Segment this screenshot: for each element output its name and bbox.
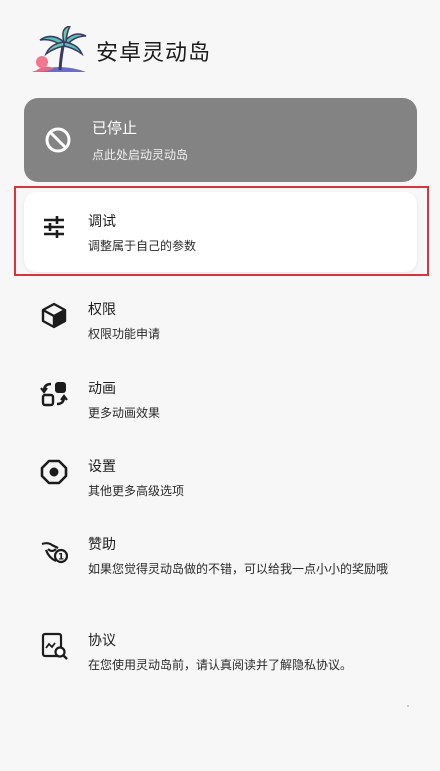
agreement-icon [41, 632, 68, 660]
palm-island-logo-icon [32, 26, 87, 72]
status-card[interactable]: 已停止 点此处启动灵动岛 [24, 98, 417, 182]
status-subtitle: 点此处启动灵动岛 [92, 148, 189, 162]
menu-item-animation[interactable]: 动画 更多动画效果 [40, 380, 410, 423]
menu-item-tune[interactable]: 调试 调整属于自己的参数 [40, 213, 410, 256]
status-title: 已停止 [92, 119, 138, 137]
menu-item-subtitle: 如果您觉得灵动岛做的不错，可以给我一点小小的奖励哦 [88, 562, 389, 576]
menu-item-permissions[interactable]: 权限 权限功能申请 [40, 301, 410, 344]
menu-item-title: 调试 [88, 214, 116, 230]
svg-text:1: 1 [58, 553, 64, 563]
animation-icon [40, 382, 68, 407]
box-icon [41, 302, 67, 329]
menu-item-settings[interactable]: 设置 其他更多高级选项 [40, 458, 410, 501]
menu-item-title: 动画 [88, 381, 116, 397]
settings-icon [40, 459, 68, 485]
menu-item-subtitle: 其他更多高级选项 [88, 484, 185, 498]
donate-icon: 1 [41, 542, 68, 564]
app-header: 安卓灵动岛 [30, 26, 211, 76]
prohibited-icon [45, 127, 71, 153]
tune-icon [44, 216, 64, 238]
menu-item-agreement[interactable]: 协议 在您使用灵动岛前，请认真阅读并了解隐私协议。 [40, 632, 410, 675]
menu-item-subtitle: 权限功能申请 [88, 327, 161, 341]
app-title: 安卓灵动岛 [96, 41, 212, 66]
decorative-dot [407, 705, 409, 707]
menu-item-title: 协议 [88, 633, 116, 649]
menu-item-title: 设置 [88, 459, 116, 475]
menu-item-title: 赞助 [88, 537, 116, 553]
menu-item-subtitle: 更多动画效果 [88, 406, 161, 420]
menu-item-subtitle: 调整属于自己的参数 [88, 239, 197, 253]
menu-item-title: 权限 [88, 302, 116, 318]
menu-item-subtitle: 在您使用灵动岛前，请认真阅读并了解隐私协议。 [88, 658, 353, 672]
menu-item-donate[interactable]: 1 赞助 如果您觉得灵动岛做的不错，可以给我一点小小的奖励哦 [40, 536, 410, 579]
